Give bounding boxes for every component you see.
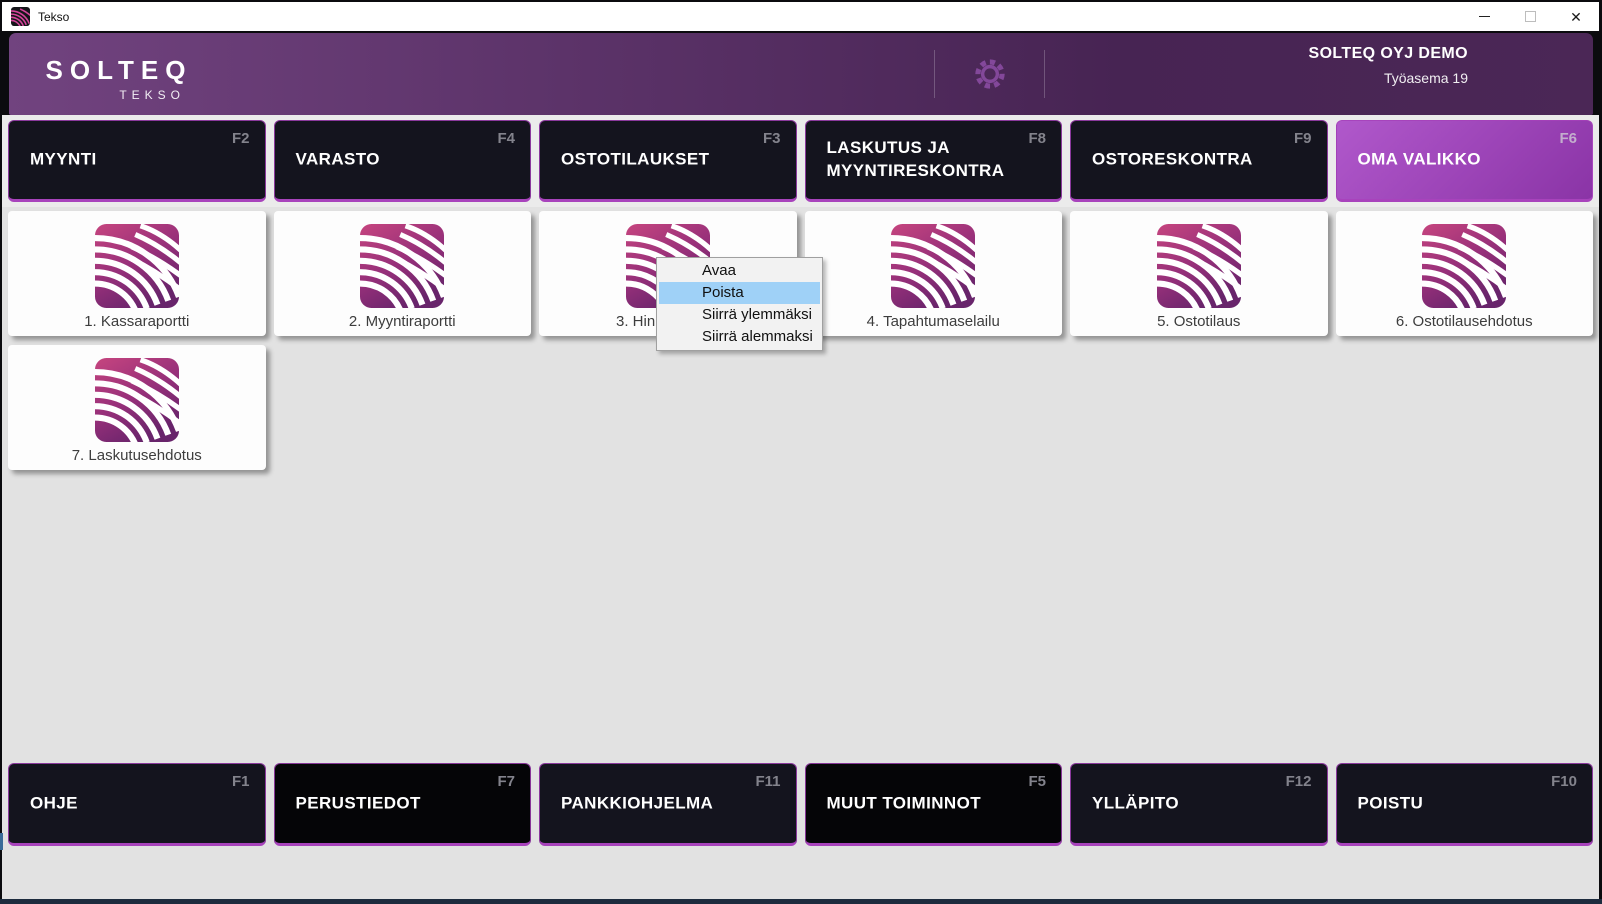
maximize-icon — [1525, 11, 1536, 22]
card-label: 1. Kassaraportti — [84, 313, 189, 330]
tile-label: YLLÄPITO — [1092, 792, 1269, 815]
solteq-logo-icon — [95, 224, 179, 308]
solteq-logo-icon — [1422, 224, 1506, 308]
shortcut-card-1-kassaraportti[interactable]: 1. Kassaraportti — [8, 211, 266, 336]
menu-tile-pankkiohjelma[interactable]: PANKKIOHJELMA F11 — [539, 763, 797, 846]
tile-label: MYYNTI — [30, 149, 207, 172]
bottom-edge-band — [0, 899, 1602, 904]
menu-tile-perustiedot[interactable]: PERUSTIEDOT F7 — [274, 763, 532, 846]
tekso-window: Tekso ✕ SOLTEQ TEKSO SOLTEQ OYJ DEMO Työ… — [0, 0, 1602, 904]
minimize-icon — [1479, 16, 1490, 17]
menu-tile-muut-toiminnot[interactable]: MUUT TOIMINNOT F5 — [805, 763, 1063, 846]
gear-icon — [971, 55, 1009, 93]
menu-tile-myynti[interactable]: MYYNTI F2 — [8, 120, 266, 202]
tile-label: OSTOTILAUKSET — [561, 149, 738, 172]
close-button[interactable]: ✕ — [1553, 2, 1599, 31]
card-label: 4. Tapahtumaselailu — [867, 313, 1000, 330]
tile-fkey-badge: F12 — [1286, 773, 1312, 790]
tile-label: POISTU — [1358, 792, 1535, 815]
card-label: 6. Ostotilausehdotus — [1396, 313, 1533, 330]
card-label: 2. Myyntiraportti — [349, 313, 456, 330]
solteq-logo-icon — [1157, 224, 1241, 308]
context-menu-item-siirrä-alemmaksi[interactable]: Siirrä alemmaksi — [659, 326, 820, 348]
tile-fkey-badge: F3 — [763, 130, 781, 147]
tile-fkey-badge: F6 — [1559, 130, 1577, 147]
context-menu-item-avaa[interactable]: Avaa — [659, 260, 820, 282]
tile-label: MUUT TOIMINNOT — [827, 792, 1004, 815]
tile-fkey-badge: F1 — [232, 773, 250, 790]
menu-tile-oma-valikko[interactable]: OMA VALIKKO F6 — [1336, 120, 1594, 202]
tile-label: PANKKIOHJELMA — [561, 792, 738, 815]
menu-tile-poistu[interactable]: POISTU F10 — [1336, 763, 1594, 846]
tile-label: VARASTO — [296, 149, 473, 172]
tile-label: OMA VALIKKO — [1358, 149, 1535, 172]
top-menu-row: MYYNTI F2 VARASTO F4 OSTOTILAUKSET F3 LA… — [8, 120, 1593, 202]
card-label: 7. Laskutusehdotus — [72, 447, 202, 464]
tile-label: LASKUTUS JA MYYNTIRESKONTRA — [827, 137, 1004, 183]
tile-fkey-badge: F10 — [1551, 773, 1577, 790]
solteq-logo-icon — [891, 224, 975, 308]
tile-fkey-badge: F7 — [497, 773, 515, 790]
menu-tile-ostoreskontra[interactable]: OSTORESKONTRA F9 — [1070, 120, 1328, 202]
maximize-button[interactable] — [1507, 2, 1553, 31]
context-menu-item-poista[interactable]: Poista — [659, 282, 820, 304]
menu-tile-varasto[interactable]: VARASTO F4 — [274, 120, 532, 202]
workstation-label: Työasema 19 — [1309, 70, 1469, 86]
card-label: 5. Ostotilaus — [1157, 313, 1240, 330]
tile-label: OSTORESKONTRA — [1092, 149, 1269, 172]
tile-fkey-badge: F4 — [497, 130, 515, 147]
menu-tile-ostotilaukset[interactable]: OSTOTILAUKSET F3 — [539, 120, 797, 202]
session-info: SOLTEQ OYJ DEMO Työasema 19 — [1309, 45, 1469, 86]
tile-fkey-badge: F8 — [1028, 130, 1046, 147]
context-menu-item-siirrä-ylemmäksi[interactable]: Siirrä ylemmäksi — [659, 304, 820, 326]
shortcut-card-6-ostotilausehdotus[interactable]: 6. Ostotilausehdotus — [1336, 211, 1594, 336]
window-titlebar: Tekso ✕ — [2, 2, 1599, 31]
tile-label: OHJE — [30, 792, 207, 815]
solteq-logo-icon — [360, 224, 444, 308]
menu-tile-ohje[interactable]: OHJE F1 — [8, 763, 266, 846]
settings-button[interactable] — [934, 50, 1045, 98]
background-window-sliver — [0, 833, 3, 850]
app-header: SOLTEQ TEKSO SOLTEQ OYJ DEMO Työasema 19 — [9, 33, 1593, 115]
tile-label: PERUSTIEDOT — [296, 792, 473, 815]
minimize-button[interactable] — [1461, 2, 1507, 31]
card-label: 3. Hin — [616, 313, 655, 330]
window-title: Tekso — [38, 10, 69, 24]
shortcut-card-7-laskutusehdotus[interactable]: 7. Laskutusehdotus — [8, 345, 266, 470]
company-name: SOLTEQ OYJ DEMO — [1309, 45, 1469, 63]
app-logo-icon — [11, 7, 30, 26]
close-icon: ✕ — [1570, 10, 1582, 24]
bottom-menu-row: OHJE F1 PERUSTIEDOT F7 PANKKIOHJELMA F11… — [8, 763, 1593, 846]
brand-tekso-text: TEKSO — [39, 88, 199, 102]
shortcut-card-4-tapahtumaselailu[interactable]: 4. Tapahtumaselailu — [805, 211, 1063, 336]
tile-fkey-badge: F11 — [755, 773, 780, 790]
tile-fkey-badge: F5 — [1028, 773, 1046, 790]
brand-solteq-text: SOLTEQ — [39, 55, 199, 86]
tile-fkey-badge: F9 — [1294, 130, 1312, 147]
menu-tile-ylläpito[interactable]: YLLÄPITO F12 — [1070, 763, 1328, 846]
solteq-logo-icon — [95, 358, 179, 442]
solteq-brand-wordmark: SOLTEQ TEKSO — [39, 55, 199, 102]
shortcut-card-2-myyntiraportti[interactable]: 2. Myyntiraportti — [274, 211, 532, 336]
tile-fkey-badge: F2 — [232, 130, 250, 147]
context-menu: AvaaPoistaSiirrä ylemmäksiSiirrä alemmak… — [656, 257, 823, 351]
menu-tile-laskutus-ja-myyntireskontra[interactable]: LASKUTUS JA MYYNTIRESKONTRA F8 — [805, 120, 1063, 202]
shortcut-card-5-ostotilaus[interactable]: 5. Ostotilaus — [1070, 211, 1328, 336]
